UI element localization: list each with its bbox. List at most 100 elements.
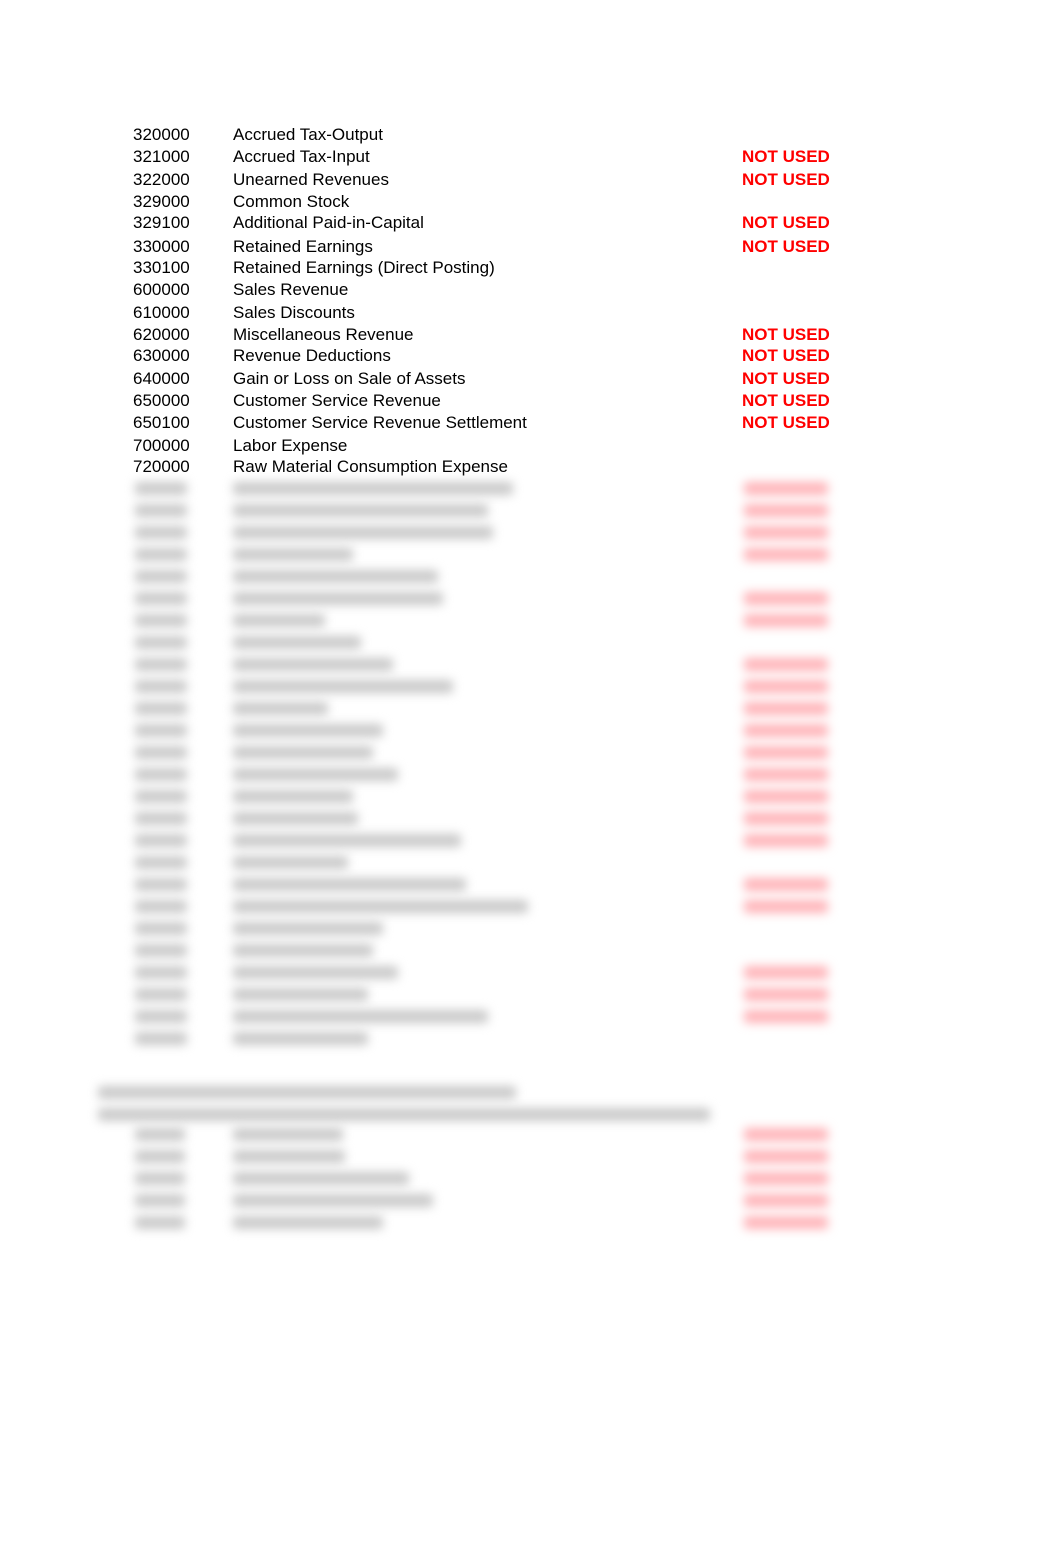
account-row: 329000 Common Stock: [0, 191, 1062, 213]
blurred-flag: [744, 834, 828, 847]
blurred-flag: [744, 614, 828, 627]
account-row: 620000 Miscellaneous Revenue NOT USED: [0, 324, 1062, 346]
account-row: 320000 Accrued Tax-Output: [0, 124, 1062, 146]
blurred-code: [135, 966, 187, 979]
blurred-name: [233, 1150, 345, 1163]
blurred-flag: [744, 526, 828, 539]
account-row: 630000 Revenue Deductions NOT USED: [0, 345, 1062, 367]
account-name: Miscellaneous Revenue: [233, 325, 414, 344]
status-flag: NOT USED: [742, 325, 830, 344]
account-name: Retained Earnings: [233, 237, 373, 256]
account-name: Customer Service Revenue: [233, 391, 441, 410]
blurred-name: [233, 812, 358, 825]
blurred-code: [135, 548, 187, 561]
account-code: 650100: [133, 413, 190, 432]
blurred-code: [135, 1032, 187, 1045]
status-flag: NOT USED: [742, 346, 830, 365]
blurred-code: [135, 1194, 185, 1207]
account-name: Customer Service Revenue Settlement: [233, 413, 527, 432]
blurred-name: [233, 592, 443, 605]
blurred-flag: [744, 966, 828, 979]
account-code: 700000: [133, 436, 190, 455]
blurred-flag: [744, 988, 828, 1001]
account-code: 600000: [133, 280, 190, 299]
blurred-name: [233, 746, 373, 759]
account-row: 720000 Raw Material Consumption Expense: [0, 456, 1062, 478]
account-code: 322000: [133, 170, 190, 189]
status-flag: NOT USED: [742, 170, 830, 189]
status-flag: NOT USED: [742, 413, 830, 432]
blurred-name: [233, 1032, 368, 1045]
blurred-flag: [744, 1128, 828, 1141]
account-row: 640000 Gain or Loss on Sale of Assets NO…: [0, 368, 1062, 390]
blurred-name: [233, 504, 488, 517]
status-flag: NOT USED: [742, 213, 830, 232]
blurred-flag: [744, 812, 828, 825]
blurred-code: [135, 1010, 187, 1023]
blurred-name: [233, 834, 461, 847]
blurred-name: [233, 482, 513, 495]
account-name: Raw Material Consumption Expense: [233, 457, 508, 476]
status-flag: NOT USED: [742, 237, 830, 256]
account-code: 320000: [133, 125, 190, 144]
blurred-code: [135, 1172, 185, 1185]
blurred-code: [135, 614, 187, 627]
status-flag: NOT USED: [742, 147, 830, 166]
account-row: 600000 Sales Revenue: [0, 279, 1062, 301]
blurred-name: [233, 1010, 488, 1023]
blurred-name: [233, 614, 325, 627]
blurred-flag: [744, 680, 828, 693]
blurred-code: [135, 790, 187, 803]
blurred-note: [98, 1086, 516, 1099]
blurred-flag: [744, 592, 828, 605]
blurred-name: [233, 1216, 383, 1229]
blurred-code: [135, 1216, 185, 1229]
blurred-flag: [744, 878, 828, 891]
blurred-code: [135, 636, 187, 649]
blurred-name: [233, 790, 353, 803]
account-row: 330100 Retained Earnings (Direct Posting…: [0, 257, 1062, 279]
account-code: 330000: [133, 237, 190, 256]
account-name: Sales Revenue: [233, 280, 349, 299]
account-name: Revenue Deductions: [233, 346, 391, 365]
blurred-content: [0, 478, 1062, 1238]
blurred-code: [135, 1128, 185, 1141]
blurred-name: [233, 680, 453, 693]
blurred-name: [233, 878, 466, 891]
account-row: 650100 Customer Service Revenue Settleme…: [0, 412, 1062, 434]
blurred-name: [233, 988, 368, 1001]
account-code: 329100: [133, 213, 190, 232]
account-name: Unearned Revenues: [233, 170, 389, 189]
blurred-code: [135, 526, 187, 539]
blurred-name: [233, 944, 373, 957]
account-code: 620000: [133, 325, 190, 344]
blurred-code: [135, 856, 187, 869]
account-code: 329000: [133, 192, 190, 211]
blurred-code: [135, 658, 187, 671]
blurred-flag: [744, 900, 828, 913]
blurred-name: [233, 922, 383, 935]
blurred-flag: [744, 1172, 828, 1185]
blurred-name: [233, 1172, 409, 1185]
blurred-code: [135, 746, 187, 759]
account-code: 610000: [133, 303, 190, 322]
account-name: Accrued Tax-Output: [233, 125, 383, 144]
account-code: 321000: [133, 147, 190, 166]
blurred-flag: [744, 790, 828, 803]
blurred-name: [233, 548, 353, 561]
status-flag: NOT USED: [742, 391, 830, 410]
blurred-code: [135, 944, 187, 957]
account-row: 650000 Customer Service Revenue NOT USED: [0, 390, 1062, 412]
blurred-code: [135, 834, 187, 847]
blurred-code: [135, 768, 187, 781]
blurred-code: [135, 1150, 185, 1163]
blurred-code: [135, 988, 187, 1001]
account-code: 630000: [133, 346, 190, 365]
blurred-flag: [744, 768, 828, 781]
blurred-flag: [744, 702, 828, 715]
blurred-flag: [744, 548, 828, 561]
blurred-code: [135, 482, 187, 495]
blurred-name: [233, 1194, 433, 1207]
blurred-flag: [744, 1010, 828, 1023]
blurred-flag: [744, 658, 828, 671]
